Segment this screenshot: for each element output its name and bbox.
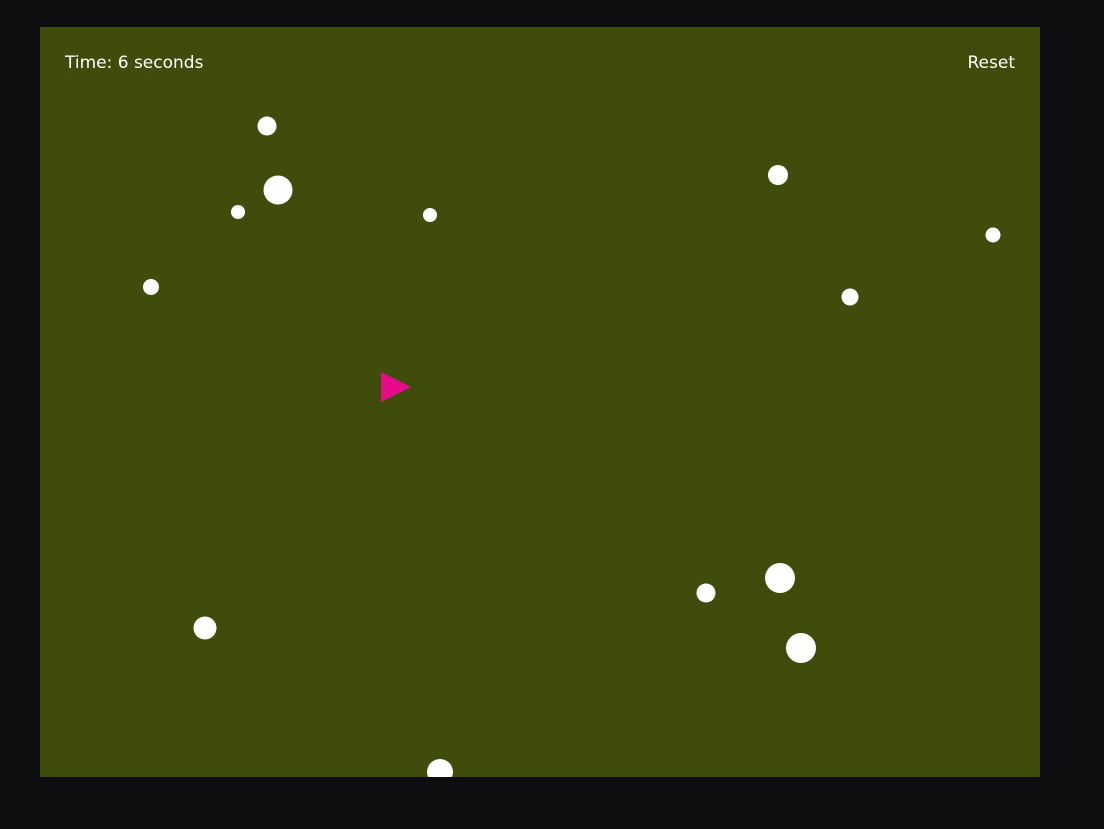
- ball: [143, 279, 159, 295]
- ball: [257, 116, 277, 136]
- ball: [768, 165, 788, 185]
- ball: [263, 175, 293, 205]
- ball: [786, 633, 816, 663]
- game-board[interactable]: Time: 6 seconds Reset: [40, 27, 1040, 777]
- ball: [193, 616, 217, 640]
- ball: [423, 208, 437, 222]
- ball: [427, 759, 453, 777]
- ball: [696, 583, 716, 603]
- ball: [841, 288, 859, 306]
- ball: [765, 563, 795, 593]
- player-triangle-icon: [381, 372, 411, 402]
- ball: [985, 227, 1001, 243]
- ball: [231, 205, 245, 219]
- playfield: [143, 116, 1001, 777]
